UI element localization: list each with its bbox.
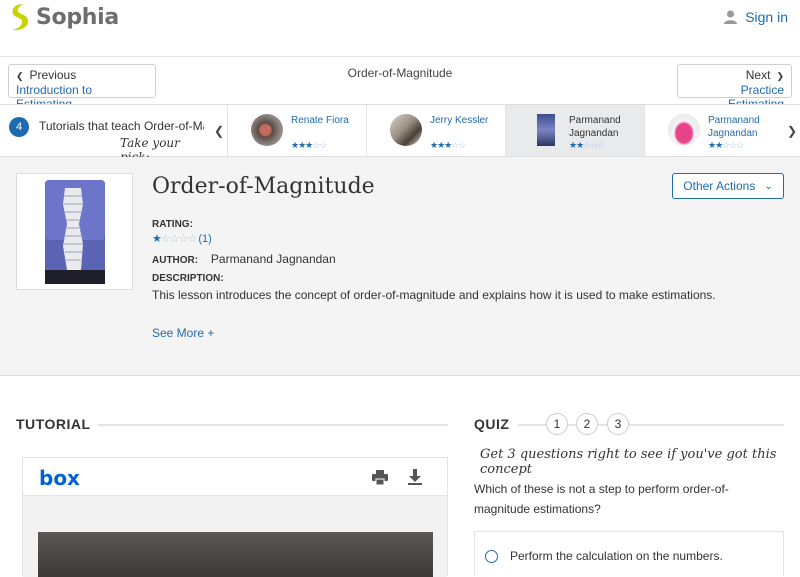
star-rating: ★★★☆☆ — [430, 140, 466, 150]
quiz-step-3: 3 — [607, 413, 629, 435]
tower-image — [45, 180, 105, 284]
lesson-info-panel: Order-of-Magnitude Other Actions ⌄ RATIN… — [0, 157, 800, 376]
star-rating: ★★☆☆☆ — [569, 140, 605, 150]
author-name: Parmanand Jagnandan — [210, 252, 336, 266]
next-label: Next — [745, 68, 771, 82]
viewer-toolbar: box — [23, 458, 447, 496]
tutorial-author: Jerry Kessler — [430, 115, 489, 126]
lesson-thumbnail — [16, 173, 133, 290]
quiz-question: Which of these is not a step to perform … — [474, 482, 729, 516]
tutorial-card[interactable]: Jerry Kessler ★★★☆☆ — [366, 105, 505, 156]
quiz-step-1: 1 — [546, 413, 568, 435]
tutorial-card[interactable]: Renate Fiora ★★★☆☆ — [227, 105, 366, 156]
chevron-right-icon: ❯ — [786, 123, 798, 138]
see-more-link[interactable]: See More + — [152, 326, 214, 340]
answer-radio[interactable] — [485, 550, 498, 563]
quiz-heading: QUIZ — [474, 416, 510, 432]
star-rating: ★★★☆☆ — [291, 140, 327, 150]
sophia-logo[interactable]: Sophia — [9, 3, 119, 31]
star-rating: ★★☆☆☆ — [708, 140, 744, 150]
next-button[interactable]: Next❯ Practice Estimating — [677, 64, 792, 111]
sign-in-label: Sign in — [745, 9, 788, 25]
other-actions-label: Other Actions — [683, 179, 756, 193]
tutorial-thumbnail — [251, 114, 283, 146]
description-label: DESCRIPTION: — [152, 273, 224, 284]
carousel-right-arrow[interactable]: ❯ — [784, 105, 800, 156]
chevron-down-icon: ⌄ — [764, 180, 773, 192]
viewer-content[interactable] — [23, 496, 447, 577]
tutorial-author: Parmanand Jagnandan — [569, 115, 621, 139]
tutorial-author: Parmanand Jagnandan — [708, 115, 760, 139]
tutorial-card-active[interactable]: Parmanand Jagnandan ★★☆☆☆ — [505, 105, 644, 156]
tutorials-carousel: 4 Tutorials that teach Order-of-Magnitud… — [0, 104, 800, 164]
lesson-description: This lesson introduces the concept of or… — [152, 288, 716, 302]
chevron-left-icon: ❮ — [213, 123, 225, 138]
tutorial-count-label: Tutorials that teach Order-of-Magnitude — [39, 119, 204, 133]
chevron-right-icon: ❯ — [776, 71, 784, 81]
document-viewer: box — [22, 457, 448, 577]
lesson-title: Order-of-Magnitude — [152, 174, 375, 199]
logo-text: Sophia — [36, 4, 119, 30]
tutorial-card[interactable]: Parmanand Jagnandan ★★☆☆☆ — [644, 105, 784, 156]
tutorial-thumbnail — [537, 114, 555, 146]
divider — [98, 424, 448, 426]
sign-in-link[interactable]: Sign in — [724, 9, 788, 25]
site-header: Sophia Sign in — [0, 0, 800, 57]
answer-text: Perform the calculation on the numbers. — [510, 549, 723, 563]
tutorial-thumbnail — [390, 114, 422, 146]
rating-label: RATING: — [152, 219, 193, 230]
download-icon[interactable] — [408, 469, 422, 485]
sophia-logo-icon — [12, 4, 29, 31]
quiz-hint: Get 3 questions right to see if you've g… — [480, 447, 777, 477]
box-logo: box — [39, 466, 80, 490]
tutorial-author: Renate Fiora — [291, 115, 349, 126]
carousel-left-arrow[interactable]: ❮ — [211, 105, 227, 156]
print-icon[interactable] — [372, 470, 388, 485]
tutorial-thumbnail — [668, 114, 700, 146]
author-label: AUTHOR: — [152, 255, 199, 266]
user-icon — [724, 10, 738, 24]
quiz-answer-option[interactable]: Perform the calculation on the numbers. — [474, 531, 784, 576]
star-rating: ★☆☆☆☆ — [152, 233, 197, 245]
tutorials-summary: 4 Tutorials that teach Order-of-Magnitud… — [0, 105, 211, 164]
lesson-nav: ❮Previous Introduction to Estimating Ord… — [0, 57, 800, 111]
rating-count: (1) — [198, 233, 212, 245]
slide-image — [38, 532, 433, 577]
tutorial-count-badge: 4 — [9, 117, 29, 137]
other-actions-button[interactable]: Other Actions ⌄ — [672, 173, 784, 199]
tutorial-heading: TUTORIAL — [16, 416, 91, 432]
lesson-rating[interactable]: ★☆☆☆☆ (1) — [152, 232, 212, 245]
author-row: AUTHOR: Parmanand Jagnandan — [152, 252, 336, 266]
quiz-step-2: 2 — [576, 413, 598, 435]
